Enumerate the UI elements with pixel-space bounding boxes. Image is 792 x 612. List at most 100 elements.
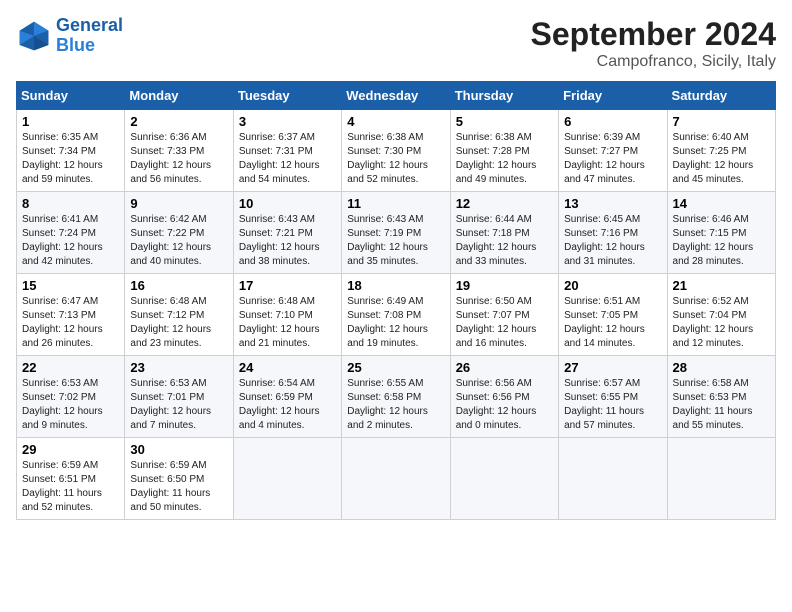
calendar-cell: 28 Sunrise: 6:58 AM Sunset: 6:53 PM Dayl… xyxy=(667,356,775,438)
calendar-row: 8 Sunrise: 6:41 AM Sunset: 7:24 PM Dayli… xyxy=(17,192,776,274)
calendar-cell: 19 Sunrise: 6:50 AM Sunset: 7:07 PM Dayl… xyxy=(450,274,558,356)
day-number: 8 xyxy=(22,196,119,211)
calendar-cell: 27 Sunrise: 6:57 AM Sunset: 6:55 PM Dayl… xyxy=(559,356,667,438)
day-info: Sunrise: 6:49 AM Sunset: 7:08 PM Dayligh… xyxy=(347,295,444,351)
day-number: 20 xyxy=(564,278,661,293)
day-number: 2 xyxy=(130,114,227,129)
day-number: 3 xyxy=(239,114,336,129)
day-info: Sunrise: 6:39 AM Sunset: 7:27 PM Dayligh… xyxy=(564,131,661,187)
calendar-cell: 18 Sunrise: 6:49 AM Sunset: 7:08 PM Dayl… xyxy=(342,274,450,356)
logo-text: General Blue xyxy=(56,16,123,56)
calendar-cell: 21 Sunrise: 6:52 AM Sunset: 7:04 PM Dayl… xyxy=(667,274,775,356)
calendar-cell: 20 Sunrise: 6:51 AM Sunset: 7:05 PM Dayl… xyxy=(559,274,667,356)
day-number: 27 xyxy=(564,360,661,375)
calendar-cell: 5 Sunrise: 6:38 AM Sunset: 7:28 PM Dayli… xyxy=(450,110,558,192)
day-info: Sunrise: 6:58 AM Sunset: 6:53 PM Dayligh… xyxy=(673,377,770,433)
calendar-cell: 29 Sunrise: 6:59 AM Sunset: 6:51 PM Dayl… xyxy=(17,438,125,520)
day-info: Sunrise: 6:46 AM Sunset: 7:15 PM Dayligh… xyxy=(673,213,770,269)
col-tuesday: Tuesday xyxy=(233,82,341,110)
calendar-cell: 22 Sunrise: 6:53 AM Sunset: 7:02 PM Dayl… xyxy=(17,356,125,438)
calendar-row: 15 Sunrise: 6:47 AM Sunset: 7:13 PM Dayl… xyxy=(17,274,776,356)
calendar-cell: 13 Sunrise: 6:45 AM Sunset: 7:16 PM Dayl… xyxy=(559,192,667,274)
col-wednesday: Wednesday xyxy=(342,82,450,110)
day-number: 21 xyxy=(673,278,770,293)
calendar-cell: 17 Sunrise: 6:48 AM Sunset: 7:10 PM Dayl… xyxy=(233,274,341,356)
day-info: Sunrise: 6:59 AM Sunset: 6:51 PM Dayligh… xyxy=(22,459,119,515)
calendar-cell: 16 Sunrise: 6:48 AM Sunset: 7:12 PM Dayl… xyxy=(125,274,233,356)
day-number: 18 xyxy=(347,278,444,293)
day-info: Sunrise: 6:44 AM Sunset: 7:18 PM Dayligh… xyxy=(456,213,553,269)
day-info: Sunrise: 6:47 AM Sunset: 7:13 PM Dayligh… xyxy=(22,295,119,351)
day-info: Sunrise: 6:36 AM Sunset: 7:33 PM Dayligh… xyxy=(130,131,227,187)
calendar-header-row: Sunday Monday Tuesday Wednesday Thursday… xyxy=(17,82,776,110)
day-number: 22 xyxy=(22,360,119,375)
day-number: 14 xyxy=(673,196,770,211)
calendar-table: Sunday Monday Tuesday Wednesday Thursday… xyxy=(16,81,776,520)
day-number: 10 xyxy=(239,196,336,211)
month-year: September 2024 xyxy=(531,16,776,53)
calendar-row: 1 Sunrise: 6:35 AM Sunset: 7:34 PM Dayli… xyxy=(17,110,776,192)
day-number: 6 xyxy=(564,114,661,129)
calendar-cell: 14 Sunrise: 6:46 AM Sunset: 7:15 PM Dayl… xyxy=(667,192,775,274)
day-number: 1 xyxy=(22,114,119,129)
day-number: 11 xyxy=(347,196,444,211)
calendar-cell: 23 Sunrise: 6:53 AM Sunset: 7:01 PM Dayl… xyxy=(125,356,233,438)
col-thursday: Thursday xyxy=(450,82,558,110)
day-info: Sunrise: 6:48 AM Sunset: 7:12 PM Dayligh… xyxy=(130,295,227,351)
day-number: 24 xyxy=(239,360,336,375)
day-number: 4 xyxy=(347,114,444,129)
location: Campofranco, Sicily, Italy xyxy=(531,53,776,71)
calendar-cell: 9 Sunrise: 6:42 AM Sunset: 7:22 PM Dayli… xyxy=(125,192,233,274)
calendar-cell: 25 Sunrise: 6:55 AM Sunset: 6:58 PM Dayl… xyxy=(342,356,450,438)
calendar-cell: 7 Sunrise: 6:40 AM Sunset: 7:25 PM Dayli… xyxy=(667,110,775,192)
calendar-cell: 3 Sunrise: 6:37 AM Sunset: 7:31 PM Dayli… xyxy=(233,110,341,192)
day-number: 23 xyxy=(130,360,227,375)
day-number: 15 xyxy=(22,278,119,293)
day-info: Sunrise: 6:45 AM Sunset: 7:16 PM Dayligh… xyxy=(564,213,661,269)
day-info: Sunrise: 6:57 AM Sunset: 6:55 PM Dayligh… xyxy=(564,377,661,433)
calendar-cell: 12 Sunrise: 6:44 AM Sunset: 7:18 PM Dayl… xyxy=(450,192,558,274)
title-block: September 2024 Campofranco, Sicily, Ital… xyxy=(531,16,776,71)
logo-icon xyxy=(16,18,52,54)
day-number: 17 xyxy=(239,278,336,293)
day-info: Sunrise: 6:50 AM Sunset: 7:07 PM Dayligh… xyxy=(456,295,553,351)
day-number: 30 xyxy=(130,442,227,457)
calendar-cell xyxy=(667,438,775,520)
calendar-cell xyxy=(342,438,450,520)
calendar-cell: 8 Sunrise: 6:41 AM Sunset: 7:24 PM Dayli… xyxy=(17,192,125,274)
day-info: Sunrise: 6:53 AM Sunset: 7:02 PM Dayligh… xyxy=(22,377,119,433)
calendar-cell: 4 Sunrise: 6:38 AM Sunset: 7:30 PM Dayli… xyxy=(342,110,450,192)
day-number: 25 xyxy=(347,360,444,375)
day-info: Sunrise: 6:56 AM Sunset: 6:56 PM Dayligh… xyxy=(456,377,553,433)
day-info: Sunrise: 6:43 AM Sunset: 7:21 PM Dayligh… xyxy=(239,213,336,269)
calendar-cell xyxy=(450,438,558,520)
day-info: Sunrise: 6:55 AM Sunset: 6:58 PM Dayligh… xyxy=(347,377,444,433)
calendar-cell: 1 Sunrise: 6:35 AM Sunset: 7:34 PM Dayli… xyxy=(17,110,125,192)
col-sunday: Sunday xyxy=(17,82,125,110)
calendar-cell: 11 Sunrise: 6:43 AM Sunset: 7:19 PM Dayl… xyxy=(342,192,450,274)
day-number: 12 xyxy=(456,196,553,211)
col-friday: Friday xyxy=(559,82,667,110)
day-number: 29 xyxy=(22,442,119,457)
day-info: Sunrise: 6:37 AM Sunset: 7:31 PM Dayligh… xyxy=(239,131,336,187)
calendar-row: 22 Sunrise: 6:53 AM Sunset: 7:02 PM Dayl… xyxy=(17,356,776,438)
calendar-cell: 10 Sunrise: 6:43 AM Sunset: 7:21 PM Dayl… xyxy=(233,192,341,274)
day-number: 13 xyxy=(564,196,661,211)
day-info: Sunrise: 6:38 AM Sunset: 7:30 PM Dayligh… xyxy=(347,131,444,187)
day-info: Sunrise: 6:59 AM Sunset: 6:50 PM Dayligh… xyxy=(130,459,227,515)
day-info: Sunrise: 6:53 AM Sunset: 7:01 PM Dayligh… xyxy=(130,377,227,433)
col-saturday: Saturday xyxy=(667,82,775,110)
day-info: Sunrise: 6:42 AM Sunset: 7:22 PM Dayligh… xyxy=(130,213,227,269)
calendar-cell xyxy=(559,438,667,520)
col-monday: Monday xyxy=(125,82,233,110)
day-info: Sunrise: 6:35 AM Sunset: 7:34 PM Dayligh… xyxy=(22,131,119,187)
calendar-row: 29 Sunrise: 6:59 AM Sunset: 6:51 PM Dayl… xyxy=(17,438,776,520)
day-info: Sunrise: 6:41 AM Sunset: 7:24 PM Dayligh… xyxy=(22,213,119,269)
calendar-cell: 15 Sunrise: 6:47 AM Sunset: 7:13 PM Dayl… xyxy=(17,274,125,356)
day-info: Sunrise: 6:54 AM Sunset: 6:59 PM Dayligh… xyxy=(239,377,336,433)
calendar-cell: 2 Sunrise: 6:36 AM Sunset: 7:33 PM Dayli… xyxy=(125,110,233,192)
day-info: Sunrise: 6:52 AM Sunset: 7:04 PM Dayligh… xyxy=(673,295,770,351)
day-number: 9 xyxy=(130,196,227,211)
day-info: Sunrise: 6:51 AM Sunset: 7:05 PM Dayligh… xyxy=(564,295,661,351)
day-number: 19 xyxy=(456,278,553,293)
